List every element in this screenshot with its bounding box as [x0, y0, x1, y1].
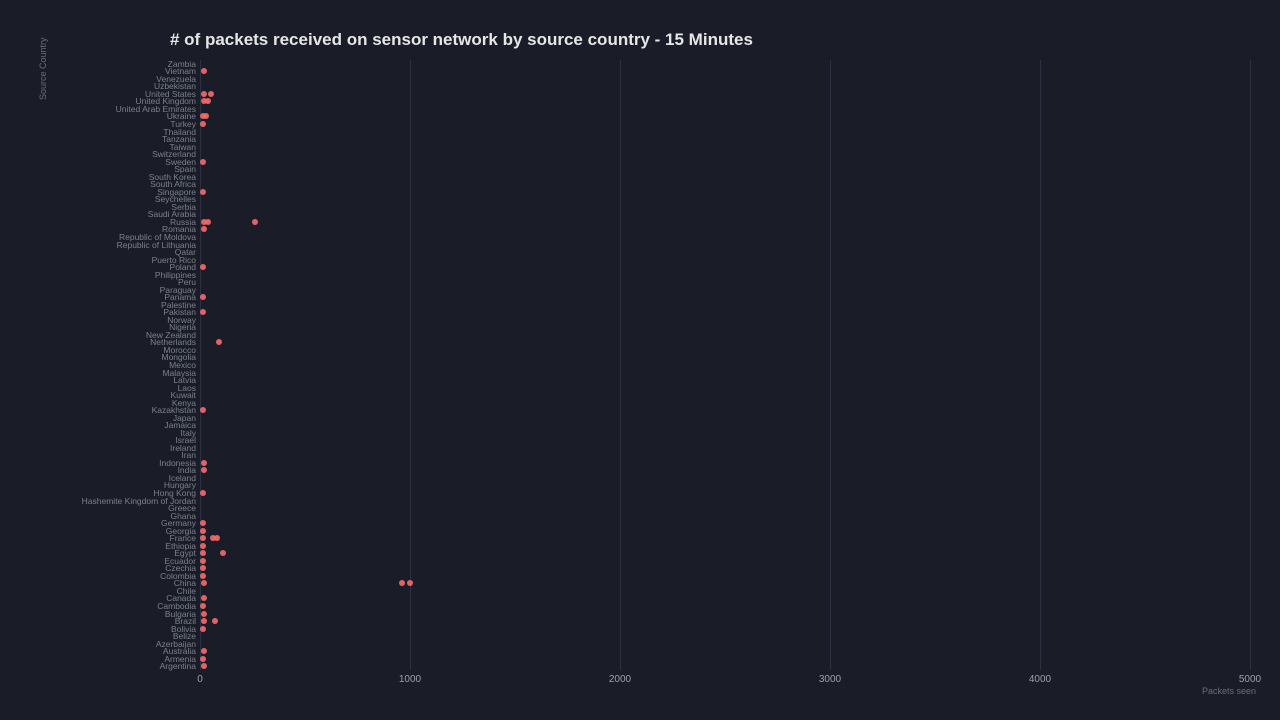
data-point [216, 339, 222, 345]
data-point [200, 189, 206, 195]
data-point [201, 663, 207, 669]
data-point [201, 460, 207, 466]
data-point [200, 528, 206, 534]
data-point [200, 550, 206, 556]
data-point [200, 565, 206, 571]
data-point [201, 467, 207, 473]
chart-title: # of packets received on sensor network … [170, 30, 753, 50]
x-tick-label: 1000 [399, 674, 421, 685]
data-point [200, 543, 206, 549]
data-point [200, 490, 206, 496]
data-point [200, 159, 206, 165]
y-axis-label: Source Country [38, 37, 48, 100]
data-point [208, 91, 214, 97]
gridline [1040, 60, 1041, 670]
data-point [200, 603, 206, 609]
x-tick-label: 4000 [1029, 674, 1051, 685]
data-point [200, 121, 206, 127]
data-point [200, 520, 206, 526]
data-point [200, 656, 206, 662]
data-point [205, 219, 211, 225]
data-point [200, 407, 206, 413]
data-point [220, 550, 226, 556]
data-point [200, 535, 206, 541]
chart-container: # of packets received on sensor network … [0, 0, 1280, 720]
data-point [399, 580, 405, 586]
data-point [212, 618, 218, 624]
gridline [410, 60, 411, 670]
data-point [201, 611, 207, 617]
data-point [200, 264, 206, 270]
data-point [214, 535, 220, 541]
y-tick-label: Zambia [168, 59, 196, 69]
data-point [205, 98, 211, 104]
data-point [201, 648, 207, 654]
data-point [252, 219, 258, 225]
data-point [203, 113, 209, 119]
x-tick-label: 0 [197, 674, 203, 685]
data-point [200, 558, 206, 564]
data-point [201, 580, 207, 586]
data-point [201, 91, 207, 97]
data-point [200, 294, 206, 300]
x-axis-label: Packets seen [1202, 686, 1256, 696]
data-point [201, 595, 207, 601]
gridline [1250, 60, 1251, 670]
x-tick-label: 3000 [819, 674, 841, 685]
x-tick-label: 2000 [609, 674, 631, 685]
data-point [407, 580, 413, 586]
plot-area: 010002000300040005000ArgentinaArmeniaAus… [200, 60, 1250, 670]
data-point [200, 573, 206, 579]
data-point [201, 68, 207, 74]
data-point [200, 626, 206, 632]
x-tick-label: 5000 [1239, 674, 1261, 685]
data-point [201, 226, 207, 232]
gridline [620, 60, 621, 670]
data-point [200, 309, 206, 315]
gridline [830, 60, 831, 670]
data-point [201, 618, 207, 624]
